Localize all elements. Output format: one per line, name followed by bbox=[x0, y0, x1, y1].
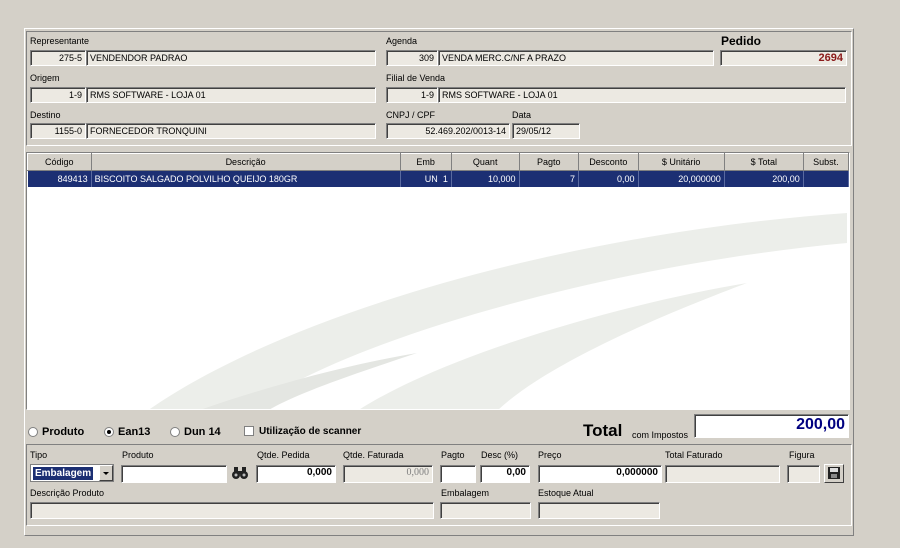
col-header-subst[interactable]: Subst. bbox=[802, 153, 849, 171]
floppy-disk-icon[interactable] bbox=[824, 464, 844, 483]
figura-field bbox=[787, 465, 820, 483]
origem-label: Origem bbox=[30, 73, 60, 83]
cell-emb: UN 1 bbox=[400, 170, 452, 187]
cell-quant: 10,000 bbox=[451, 170, 520, 187]
radio-ean13[interactable] bbox=[104, 427, 114, 437]
total-label: Total bbox=[583, 421, 623, 440]
col-header-desconto[interactable]: Desconto bbox=[578, 153, 639, 171]
cell-pagto: 7 bbox=[519, 170, 580, 187]
figura-label: Figura bbox=[789, 450, 815, 460]
pagto-input[interactable] bbox=[440, 465, 476, 483]
qtde-pedida-label: Qtde. Pedida bbox=[257, 450, 310, 460]
produto-input[interactable] bbox=[121, 465, 227, 483]
col-header-quant[interactable]: Quant bbox=[450, 153, 520, 171]
preco-label: Preço bbox=[538, 450, 562, 460]
cell-desconto: 0,00 bbox=[578, 170, 639, 187]
tipo-select[interactable]: Embalagem bbox=[30, 464, 114, 482]
desc-input[interactable]: 0,00 bbox=[480, 465, 530, 483]
qtde-faturada-label: Qtde. Faturada bbox=[343, 450, 404, 460]
embalagem-field bbox=[440, 502, 531, 519]
radio-produto-label[interactable]: Produto bbox=[42, 426, 84, 438]
total-value-field: 200,00 bbox=[694, 414, 849, 438]
representante-name-field[interactable]: VENDENDOR PADRAO bbox=[86, 50, 376, 66]
cell-total: 200,00 bbox=[724, 170, 804, 187]
destino-name-field[interactable]: FORNECEDOR TRONQUINI bbox=[86, 123, 376, 139]
origem-name-field[interactable]: RMS SOFTWARE - LOJA 01 bbox=[86, 87, 376, 103]
qtde-faturada-field: 0,000 bbox=[343, 465, 433, 483]
filial-name-field[interactable]: RMS SOFTWARE - LOJA 01 bbox=[438, 87, 846, 103]
estoque-atual-label: Estoque Atual bbox=[538, 488, 594, 498]
descricao-produto-field bbox=[30, 502, 434, 519]
cell-emb-unit: UN bbox=[424, 174, 438, 184]
produto-label: Produto bbox=[122, 450, 154, 460]
binoculars-icon[interactable] bbox=[230, 464, 250, 482]
destino-label: Destino bbox=[30, 110, 61, 120]
preco-input[interactable]: 0,000000 bbox=[538, 465, 662, 483]
tipo-select-value: Embalagem bbox=[33, 467, 94, 480]
data-field[interactable]: 29/05/12 bbox=[512, 123, 580, 139]
cell-unitario: 20,000000 bbox=[638, 170, 725, 187]
cell-codigo: 849413 bbox=[27, 170, 92, 187]
items-grid[interactable]: Código Descrição Emb Quant Pagto Descont… bbox=[26, 152, 850, 410]
agenda-name-field[interactable]: VENDA MERC.C/NF A PRAZO bbox=[438, 50, 714, 66]
agenda-code-field[interactable]: 309 bbox=[386, 50, 438, 66]
cell-subst bbox=[803, 170, 849, 187]
total-faturado-label: Total Faturado bbox=[665, 450, 723, 460]
qtde-pedida-input[interactable]: 0,000 bbox=[256, 465, 336, 483]
tipo-label: Tipo bbox=[30, 450, 48, 460]
table-row[interactable]: 849413 BISCOITO SALGADO POLVILHO QUEIJO … bbox=[27, 170, 849, 187]
cell-emb-qty: 1 bbox=[442, 174, 448, 184]
pedido-number-field[interactable]: 2694 bbox=[720, 50, 847, 66]
origem-code-field[interactable]: 1-9 bbox=[30, 87, 86, 103]
scanner-checkbox-label[interactable]: Utilização de scanner bbox=[259, 426, 361, 438]
embalagem-label: Embalagem bbox=[441, 488, 490, 498]
data-label: Data bbox=[512, 110, 532, 120]
col-header-total[interactable]: $ Total bbox=[723, 153, 804, 171]
grid-header-row: Código Descrição Emb Quant Pagto Descont… bbox=[27, 153, 849, 171]
col-header-codigo[interactable]: Código bbox=[27, 153, 92, 171]
destino-code-field[interactable]: 1155-0 bbox=[30, 123, 86, 139]
col-header-pagto[interactable]: Pagto bbox=[518, 153, 580, 171]
representante-code-field[interactable]: 275-5 bbox=[30, 50, 86, 66]
filial-code-field[interactable]: 1-9 bbox=[386, 87, 438, 103]
pedido-label: Pedido bbox=[721, 34, 762, 48]
scanner-checkbox[interactable] bbox=[244, 426, 254, 436]
radio-dun14-label[interactable]: Dun 14 bbox=[184, 426, 221, 438]
radio-ean13-label[interactable]: Ean13 bbox=[118, 426, 150, 438]
col-header-descricao[interactable]: Descrição bbox=[90, 153, 401, 171]
radio-dun14[interactable] bbox=[170, 427, 180, 437]
desc-label: Desc (%) bbox=[481, 450, 519, 460]
representante-label: Representante bbox=[30, 36, 90, 46]
cnpj-field[interactable]: 52.469.202/0013-14 bbox=[386, 123, 510, 139]
agenda-label: Agenda bbox=[386, 36, 418, 46]
total-suffix-label: com Impostos bbox=[632, 430, 689, 440]
chevron-down-icon[interactable] bbox=[99, 465, 113, 481]
cnpj-label: CNPJ / CPF bbox=[386, 110, 436, 120]
pagto-label: Pagto bbox=[441, 450, 465, 460]
radio-produto[interactable] bbox=[28, 427, 38, 437]
filial-label: Filial de Venda bbox=[386, 73, 446, 83]
total-faturado-field bbox=[665, 465, 780, 483]
col-header-unitario[interactable]: $ Unitário bbox=[637, 153, 725, 171]
estoque-atual-field bbox=[538, 502, 660, 519]
descricao-produto-label: Descrição Produto bbox=[30, 488, 105, 498]
col-header-emb[interactable]: Emb bbox=[399, 153, 452, 171]
cell-descricao: BISCOITO SALGADO POLVILHO QUEIJO 180GR bbox=[91, 170, 401, 187]
background-watermark bbox=[149, 213, 847, 409]
